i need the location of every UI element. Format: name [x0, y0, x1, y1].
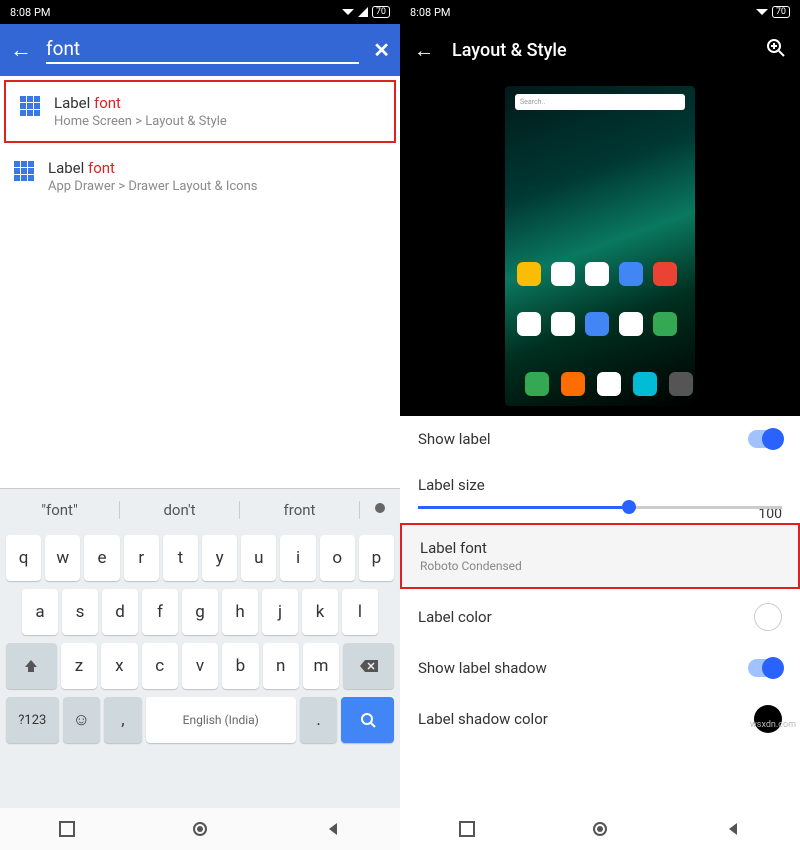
result-title: Label font	[48, 159, 257, 177]
back-button[interactable]: ←	[414, 38, 434, 63]
search-results: Label font Home Screen > Layout & Style …	[0, 76, 400, 488]
key-row: qwertyuiop	[0, 531, 400, 585]
label-size-slider[interactable]	[418, 506, 782, 509]
result-path: Home Screen > Layout & Style	[54, 114, 227, 129]
battery-icon: 70	[772, 6, 790, 18]
search-input[interactable]: font	[46, 37, 359, 64]
settings-list: Show label Label size 100 Label font Rob…	[400, 416, 800, 808]
grid-icon	[14, 161, 34, 181]
key-h[interactable]: h	[222, 589, 258, 635]
setting-show-label-shadow[interactable]: Show label shadow	[400, 645, 800, 691]
keyboard: "font" don't front qwertyuiop asdfghjkl …	[0, 488, 400, 808]
signal-icon	[358, 7, 368, 17]
key-m[interactable]: m	[303, 643, 339, 689]
page-header: ← Layout & Style	[400, 24, 800, 76]
key-x[interactable]: x	[101, 643, 137, 689]
backspace-key[interactable]	[343, 643, 394, 689]
wifi-icon	[342, 7, 354, 17]
key-t[interactable]: t	[163, 535, 198, 581]
suggestion[interactable]: don't	[120, 501, 240, 519]
status-time: 8:08 PM	[10, 6, 50, 19]
search-result-item[interactable]: Label font Home Screen > Layout & Style	[4, 80, 396, 143]
nav-bar	[400, 808, 800, 850]
label-size-slider-row: 100	[400, 506, 800, 523]
key-v[interactable]: v	[182, 643, 218, 689]
setting-label-shadow-color[interactable]: Label shadow color	[400, 691, 800, 747]
numbers-key[interactable]: ?123	[6, 697, 59, 743]
setting-label-color[interactable]: Label color	[400, 589, 800, 645]
clear-search-button[interactable]: ✕	[373, 38, 390, 62]
nav-recent-icon[interactable]	[59, 821, 75, 837]
setting-label-font[interactable]: Label font Roboto Condensed	[400, 523, 800, 589]
search-key[interactable]	[341, 697, 394, 743]
key-w[interactable]: w	[45, 535, 80, 581]
key-y[interactable]: y	[202, 535, 237, 581]
key-j[interactable]: j	[262, 589, 298, 635]
search-header: ← font ✕	[0, 24, 400, 76]
nav-back-icon[interactable]	[325, 821, 341, 837]
mic-icon[interactable]	[360, 501, 400, 519]
key-s[interactable]: s	[62, 589, 98, 635]
preview-area: Search..	[400, 76, 800, 416]
watermark: wsxdn.com	[750, 720, 796, 730]
status-icons: 70	[342, 6, 390, 18]
color-swatch-white[interactable]	[754, 603, 782, 631]
key-g[interactable]: g	[182, 589, 218, 635]
key-p[interactable]: p	[359, 535, 394, 581]
key-row: asdfghjkl	[0, 585, 400, 639]
period-key[interactable]: .	[300, 697, 338, 743]
key-b[interactable]: b	[222, 643, 258, 689]
key-z[interactable]: z	[61, 643, 97, 689]
key-r[interactable]: r	[124, 535, 159, 581]
key-d[interactable]: d	[102, 589, 138, 635]
shift-key[interactable]	[6, 643, 57, 689]
search-result-item[interactable]: Label font App Drawer > Drawer Layout & …	[0, 147, 400, 206]
spacebar[interactable]: English (India)	[146, 697, 296, 743]
preview-search-bar: Search..	[515, 94, 685, 110]
key-i[interactable]: i	[280, 535, 315, 581]
key-e[interactable]: e	[84, 535, 119, 581]
nav-recent-icon[interactable]	[459, 821, 475, 837]
status-time: 8:08 PM	[410, 6, 450, 19]
setting-show-label[interactable]: Show label	[400, 416, 800, 462]
home-screen-preview: Search..	[505, 86, 695, 406]
setting-label-size: Label size	[400, 462, 800, 498]
result-path: App Drawer > Drawer Layout & Icons	[48, 179, 257, 194]
key-f[interactable]: f	[142, 589, 178, 635]
key-o[interactable]: o	[320, 535, 355, 581]
suggestion[interactable]: "font"	[0, 501, 120, 519]
battery-icon: 70	[372, 6, 390, 18]
status-icons: 70	[756, 6, 790, 18]
nav-home-icon[interactable]	[592, 821, 608, 837]
comma-key[interactable]: ,	[104, 697, 142, 743]
key-q[interactable]: q	[6, 535, 41, 581]
suggestion[interactable]: front	[240, 501, 360, 519]
key-a[interactable]: a	[22, 589, 58, 635]
toggle-switch[interactable]	[748, 430, 782, 448]
nav-back-icon[interactable]	[725, 821, 741, 837]
back-button[interactable]: ←	[10, 37, 32, 63]
result-title: Label font	[54, 94, 227, 112]
key-row: ?123 ☺ , English (India) .	[0, 693, 400, 747]
nav-home-icon[interactable]	[192, 821, 208, 837]
phone-right: 8:08 PM 70 ← Layout & Style Search.. Sho…	[400, 0, 800, 850]
status-bar: 8:08 PM 70	[0, 0, 400, 24]
key-row: zxcvbnm	[0, 639, 400, 693]
toggle-switch[interactable]	[748, 659, 782, 677]
phone-left: 8:08 PM 70 ← font ✕ Label font Home Scre…	[0, 0, 400, 850]
key-c[interactable]: c	[142, 643, 178, 689]
key-n[interactable]: n	[263, 643, 299, 689]
wifi-icon	[756, 7, 768, 17]
emoji-key[interactable]: ☺	[63, 697, 101, 743]
zoom-icon[interactable]	[766, 38, 786, 62]
nav-bar	[0, 808, 400, 850]
key-k[interactable]: k	[302, 589, 338, 635]
page-title: Layout & Style	[452, 40, 748, 61]
suggestion-bar: "font" don't front	[0, 489, 400, 531]
grid-icon	[20, 96, 40, 116]
status-bar: 8:08 PM 70	[400, 0, 800, 24]
key-l[interactable]: l	[342, 589, 378, 635]
key-u[interactable]: u	[241, 535, 276, 581]
